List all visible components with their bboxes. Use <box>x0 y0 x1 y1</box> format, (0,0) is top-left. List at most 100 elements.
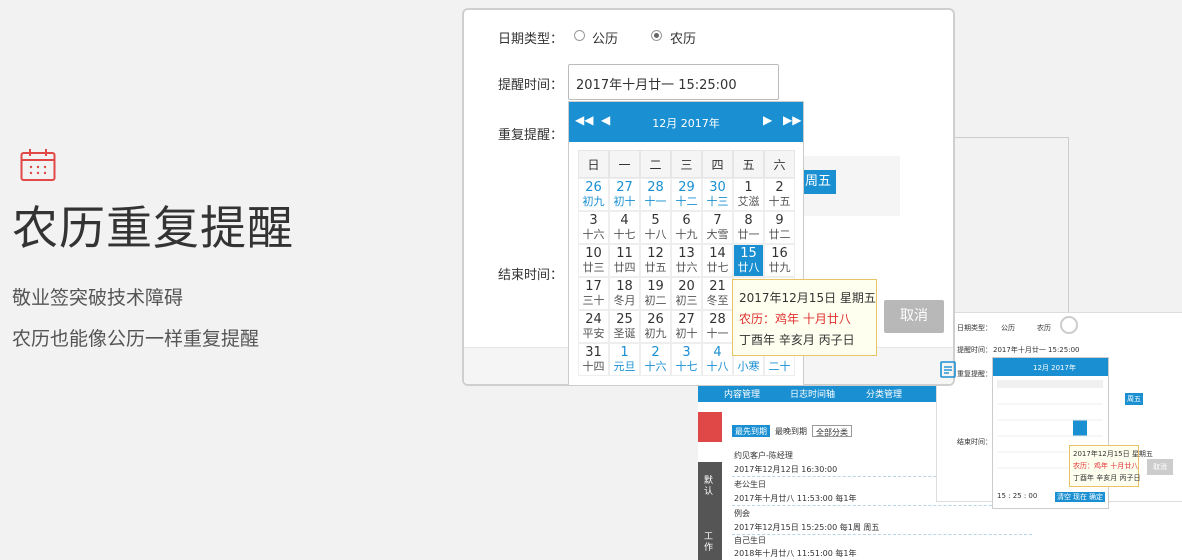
day-cell[interactable]: 3 十七 <box>671 343 702 376</box>
day-number: 29 <box>678 180 695 195</box>
day-cell[interactable]: 5 十八 <box>640 211 671 244</box>
lunar-radio[interactable] <box>651 30 662 41</box>
mock-side-label: 默认 <box>704 476 714 497</box>
day-cell[interactable]: 28 十一 <box>640 178 671 211</box>
day-cell[interactable]: 14 廿七 <box>702 244 733 277</box>
day-number: 27 <box>616 180 633 195</box>
calendar-week: 26 初九 27 初十 28 十一 29 十二 30 十三 1 艾滋 2 十五 <box>578 178 795 211</box>
day-cell[interactable]: 3 十六 <box>578 211 609 244</box>
lunar-label: 十一 <box>706 327 729 340</box>
next-month-icon[interactable]: ▶ <box>763 113 772 127</box>
mock-item-time: 2017年12月12日 16:30:00 <box>734 465 838 474</box>
lunar-label: 廿二 <box>768 228 791 241</box>
day-number: 10 <box>585 246 602 261</box>
tooltip-ganzhi: 丁酉年 辛亥月 丙子日 <box>739 333 855 347</box>
lunar-label: 元旦 <box>613 360 636 373</box>
mini-label: 日期类型： <box>957 324 992 332</box>
lunar-label: 冬至 <box>706 294 729 307</box>
day-cell[interactable]: 11 廿四 <box>609 244 640 277</box>
day-cell[interactable]: 26 初九 <box>640 310 671 343</box>
solar-label[interactable]: 公历 <box>592 28 618 47</box>
mock-item-time: 2018年十月廿八 11:51:00 每1年 <box>734 549 857 558</box>
day-cell[interactable]: 10 廿三 <box>578 244 609 277</box>
mock-item-time: 2017年12月15日 15:25:00 每1周 周五 <box>734 523 880 532</box>
mock-item-time: 2017年十月廿八 11:53:00 每1年 <box>734 494 857 503</box>
day-cell[interactable]: 27 初十 <box>671 310 702 343</box>
day-cell[interactable]: 29 十二 <box>671 178 702 211</box>
day-cell[interactable]: 1 元旦 <box>609 343 640 376</box>
day-cell[interactable]: 7 大雪 <box>702 211 733 244</box>
day-cell[interactable]: 31 十四 <box>578 343 609 376</box>
day-cell[interactable]: 12 廿五 <box>640 244 671 277</box>
day-cell[interactable]: 8 廿一 <box>733 211 764 244</box>
mini-popup-preview: 日期类型： 公历 农历 提醒时间： 2017年十月廿一 15:25:00 重复提… <box>936 312 1182 509</box>
lunar-label: 廿四 <box>613 261 636 274</box>
day-cell[interactable]: 6 十九 <box>671 211 702 244</box>
mini-ok-button: 确定 <box>1087 492 1105 502</box>
day-number: 8 <box>744 213 753 228</box>
day-cell[interactable]: 9 廿二 <box>764 211 795 244</box>
day-number: 1 <box>744 180 753 195</box>
sort-last-due-button: 最晚到期 <box>775 427 807 436</box>
cancel-button[interactable]: 取消 <box>884 300 944 333</box>
note-icon[interactable] <box>940 360 956 378</box>
day-cell[interactable]: 28 十一 <box>702 310 733 343</box>
mock-item-title: 自己生日 <box>734 536 766 545</box>
lunar-label: 大雪 <box>706 228 729 241</box>
lunar-label: 廿九 <box>768 261 791 274</box>
weekday-chip[interactable]: 周五 <box>800 170 836 194</box>
calendar-week: 10 廿三 11 廿四 12 廿五 13 廿六 14 廿七 15 廿八 16 廿九 <box>578 244 795 277</box>
day-cell[interactable]: 19 初二 <box>640 277 671 310</box>
solar-radio[interactable] <box>574 30 585 41</box>
day-cell[interactable]: 21 冬至 <box>702 277 733 310</box>
day-cell[interactable]: 18 冬月 <box>609 277 640 310</box>
day-cell[interactable]: 4 十七 <box>609 211 640 244</box>
lunar-label: 初九 <box>644 327 667 340</box>
category-filter: 全部分类 <box>812 425 852 437</box>
lunar-label: 廿六 <box>675 261 698 274</box>
mini-weekday-chip: 周五 <box>1125 393 1143 405</box>
day-cell[interactable]: 25 圣诞 <box>609 310 640 343</box>
divider <box>732 505 1032 506</box>
hero-subtitle: 敬业签突破技术障碍 <box>12 287 184 309</box>
day-cell[interactable]: 26 初九 <box>578 178 609 211</box>
day-cell[interactable]: 30 十三 <box>702 178 733 211</box>
lunar-label: 十八 <box>706 360 729 373</box>
day-number: 1 <box>620 345 629 360</box>
mini-label: 公历 <box>1001 324 1015 332</box>
day-number: 7 <box>713 213 722 228</box>
day-cell[interactable]: 2 十六 <box>640 343 671 376</box>
selected-day-cell[interactable]: 15 廿八 <box>733 244 764 277</box>
day-number: 3 <box>589 213 598 228</box>
day-cell[interactable]: 4 十八 <box>702 343 733 376</box>
lunar-label: 十六 <box>644 360 667 373</box>
day-cell[interactable]: 20 初三 <box>671 277 702 310</box>
day-cell[interactable]: 24 平安 <box>578 310 609 343</box>
day-number: 20 <box>678 279 695 294</box>
mini-tip-line: 2017年12月15日 星期五 <box>1073 450 1153 458</box>
lunar-label: 十二 <box>675 195 698 208</box>
tooltip-lunar-date: 农历：鸡年 十月廿八 <box>739 312 851 326</box>
day-number: 19 <box>647 279 664 294</box>
remind-time-label: 提醒时间： <box>498 78 564 93</box>
day-number: 26 <box>585 180 602 195</box>
remind-time-input[interactable]: 2017年十月廿一 15:25:00 <box>568 64 779 100</box>
day-cell[interactable]: 2 十五 <box>764 178 795 211</box>
hero-subtitle-2: 农历也能像公历一样重复提醒 <box>12 328 260 350</box>
lunar-label: 十五 <box>768 195 791 208</box>
day-cell[interactable]: 27 初十 <box>609 178 640 211</box>
connector-line <box>1068 137 1069 317</box>
lunar-label[interactable]: 农历 <box>670 28 696 47</box>
day-cell[interactable]: 17 三十 <box>578 277 609 310</box>
day-number: 6 <box>682 213 691 228</box>
mini-calendar-title: 12月 2017年 <box>1033 364 1076 372</box>
day-cell[interactable]: 13 廿六 <box>671 244 702 277</box>
mock-tab: 日志时间轴 <box>790 390 836 400</box>
day-number: 17 <box>585 279 602 294</box>
next-year-icon[interactable]: ▶▶ <box>783 113 801 127</box>
day-number: 18 <box>616 279 633 294</box>
day-cell[interactable]: 1 艾滋 <box>733 178 764 211</box>
mini-cancel-button: 取消 <box>1147 459 1173 475</box>
day-cell[interactable]: 16 廿九 <box>764 244 795 277</box>
day-number: 25 <box>616 312 633 327</box>
